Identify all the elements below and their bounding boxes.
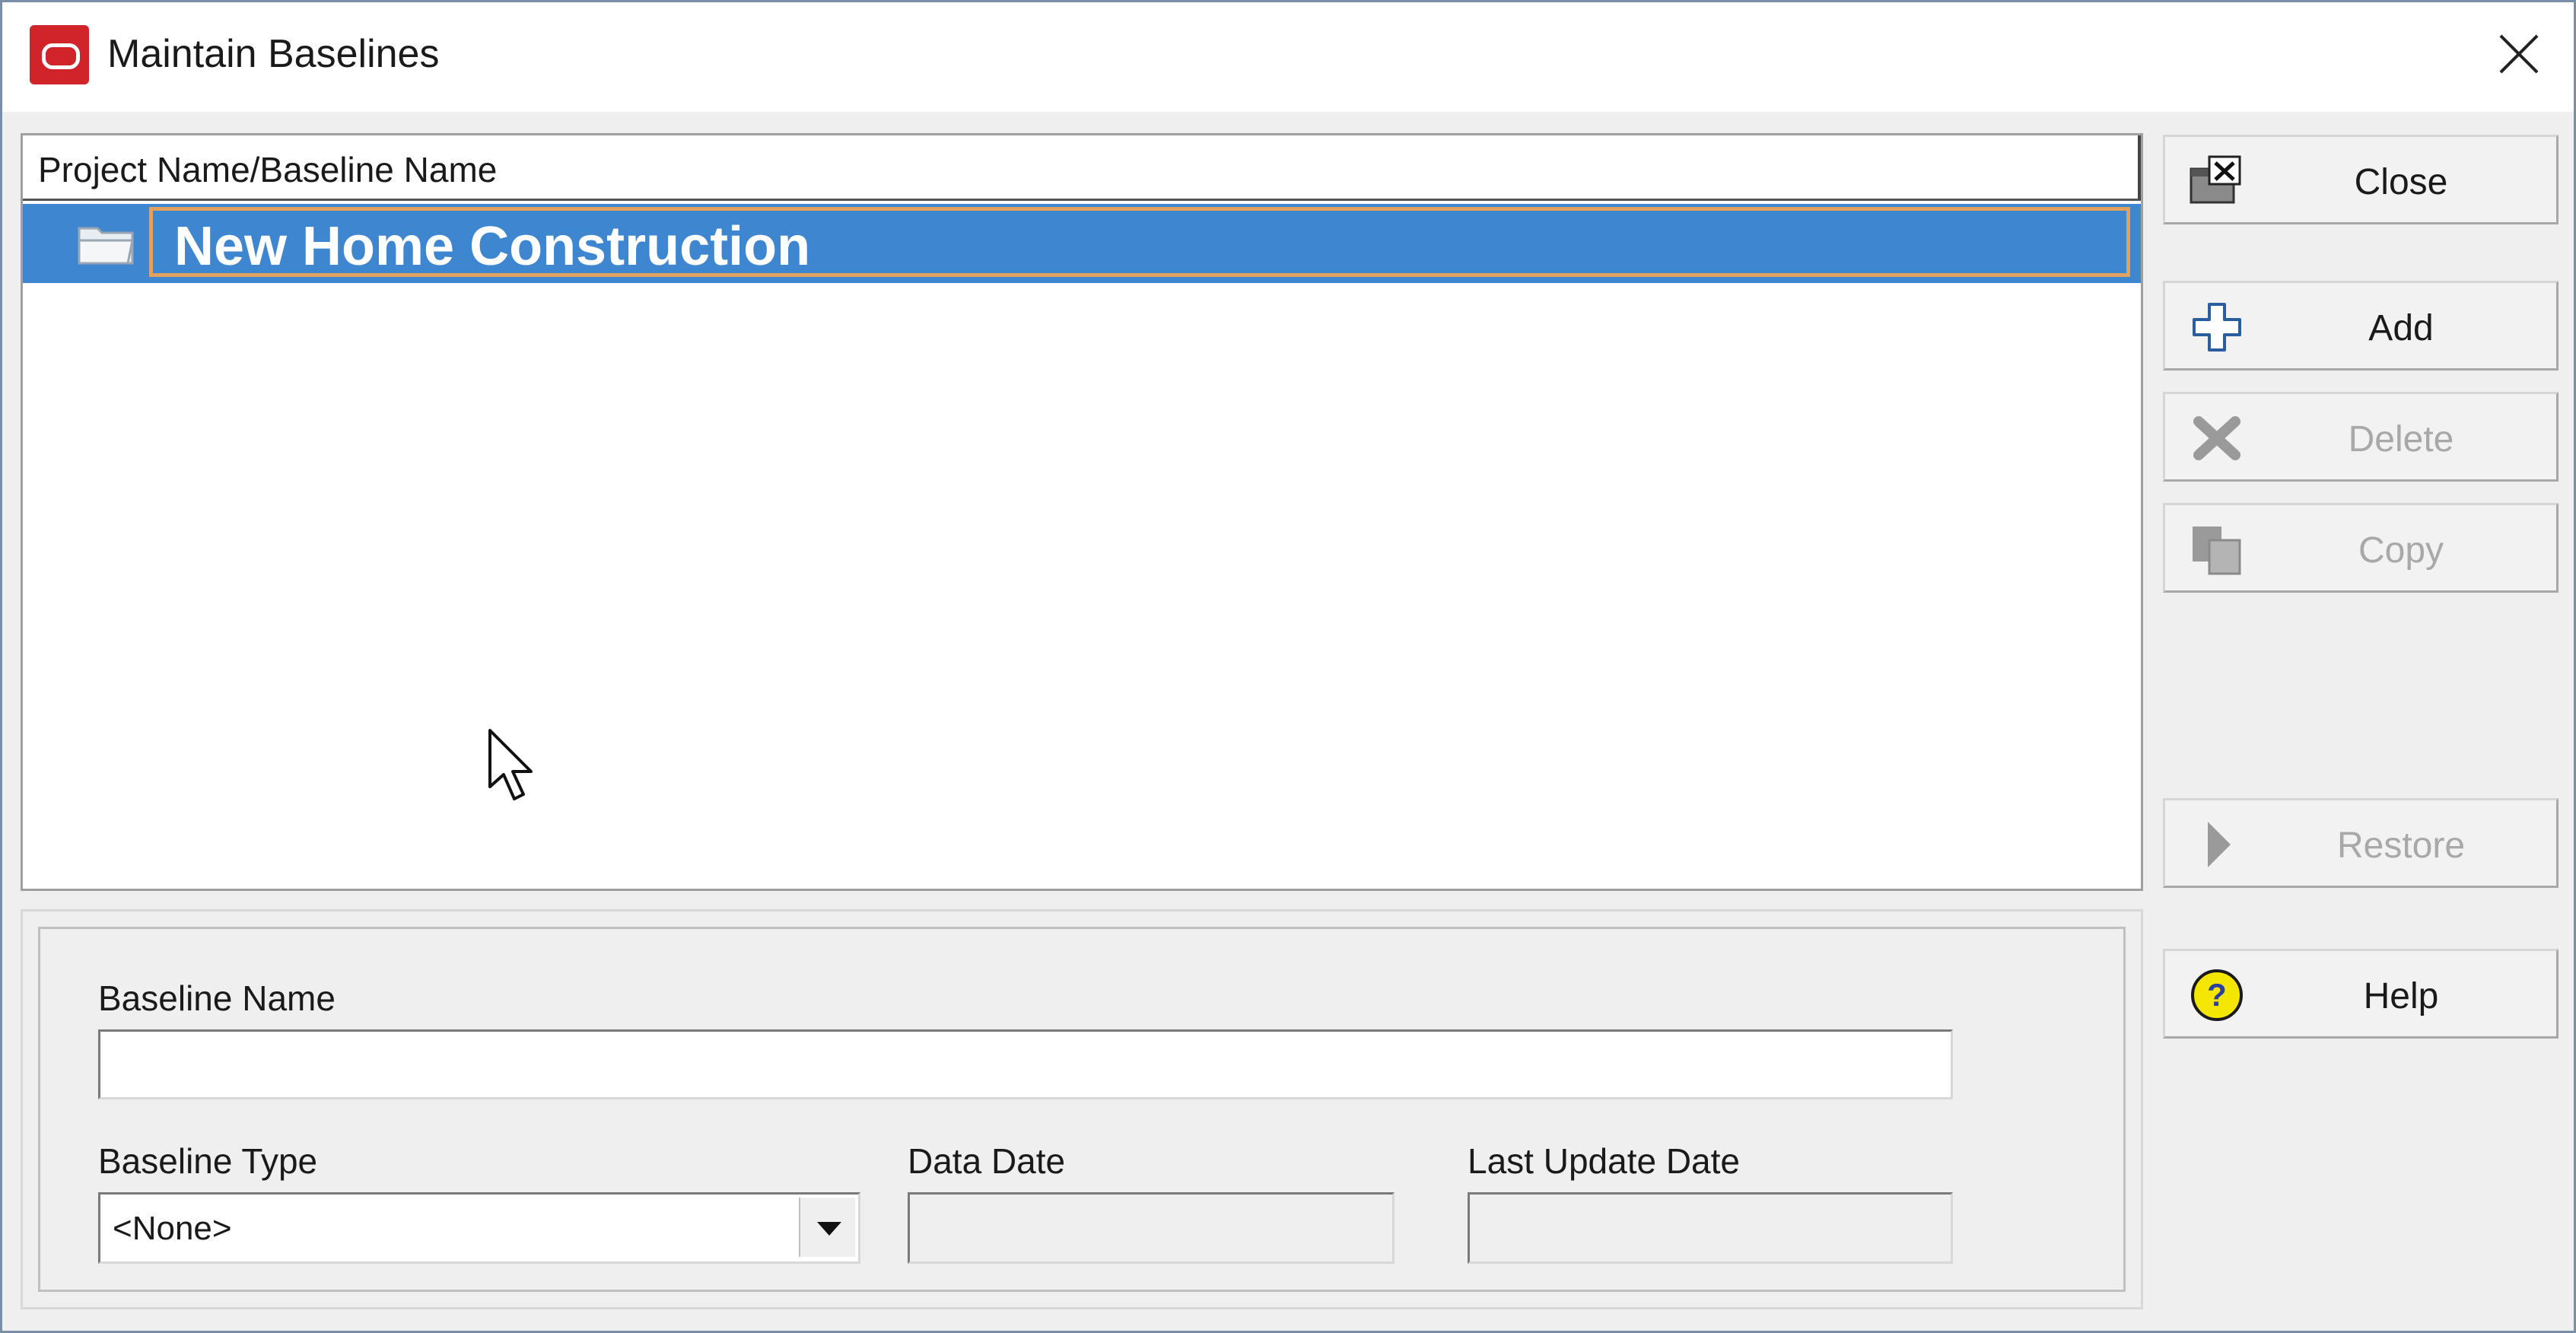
last-update-date-label: Last Update Date xyxy=(1468,1141,1741,1181)
chevron-down-icon[interactable] xyxy=(799,1198,855,1257)
close-window-icon xyxy=(2190,155,2241,204)
baseline-type-select[interactable]: <None> xyxy=(98,1192,860,1264)
help-button-label: Help xyxy=(2363,976,2439,1016)
help-question-icon: ? xyxy=(2191,969,2243,1021)
last-update-date-field xyxy=(1468,1192,1953,1264)
oracle-logo-icon xyxy=(30,25,89,84)
baseline-type-value: <None> xyxy=(113,1210,232,1247)
restore-button-label: Restore xyxy=(2336,826,2466,866)
add-button[interactable]: Add xyxy=(2163,281,2559,371)
window-close-icon[interactable] xyxy=(2490,25,2548,83)
title-bar: Maintain Baselines xyxy=(2,2,2574,112)
folder-open-icon xyxy=(78,227,134,265)
baseline-tree[interactable]: Project Name/Baseline Name New Home Cons… xyxy=(21,133,2143,891)
column-header-label: Project Name/Baseline Name xyxy=(38,150,498,189)
restore-button[interactable]: Restore xyxy=(2163,798,2559,888)
mouse-pointer-icon xyxy=(488,729,533,800)
svg-text:?: ? xyxy=(2207,977,2227,1013)
help-button[interactable]: ? Help xyxy=(2163,949,2559,1039)
tree-row-focus-box: New Home Construction xyxy=(149,207,2130,277)
add-button-label: Add xyxy=(2368,308,2434,348)
delete-button[interactable]: Delete xyxy=(2163,392,2559,482)
tree-row-label: New Home Construction xyxy=(174,216,811,277)
copy-button[interactable]: Copy xyxy=(2163,503,2559,593)
baseline-name-field[interactable] xyxy=(98,1029,1953,1099)
maintain-baselines-dialog: Maintain Baselines Project Name/Baseline… xyxy=(0,0,2576,1333)
tree-row-project[interactable]: New Home Construction xyxy=(23,204,2141,283)
restore-arrow-icon xyxy=(2208,822,2231,867)
close-button-label: Close xyxy=(2354,162,2448,202)
delete-x-icon xyxy=(2193,416,2240,460)
delete-button-label: Delete xyxy=(2348,419,2454,460)
data-date-label: Data Date xyxy=(908,1141,1066,1181)
baseline-details-frame: Baseline Name Baseline Type <None> Data … xyxy=(38,927,2126,1292)
column-header[interactable]: Project Name/Baseline Name xyxy=(23,135,2141,201)
copy-pages-icon xyxy=(2193,527,2241,575)
close-button[interactable]: Close xyxy=(2163,135,2559,224)
data-date-field xyxy=(908,1192,1395,1264)
copy-button-label: Copy xyxy=(2358,530,2444,571)
baseline-details-group: Baseline Name Baseline Type <None> Data … xyxy=(21,909,2143,1309)
dialog-title: Maintain Baselines xyxy=(107,32,440,76)
add-plus-icon xyxy=(2193,303,2241,352)
baseline-name-label: Baseline Name xyxy=(98,978,336,1018)
baseline-type-label: Baseline Type xyxy=(98,1141,318,1181)
